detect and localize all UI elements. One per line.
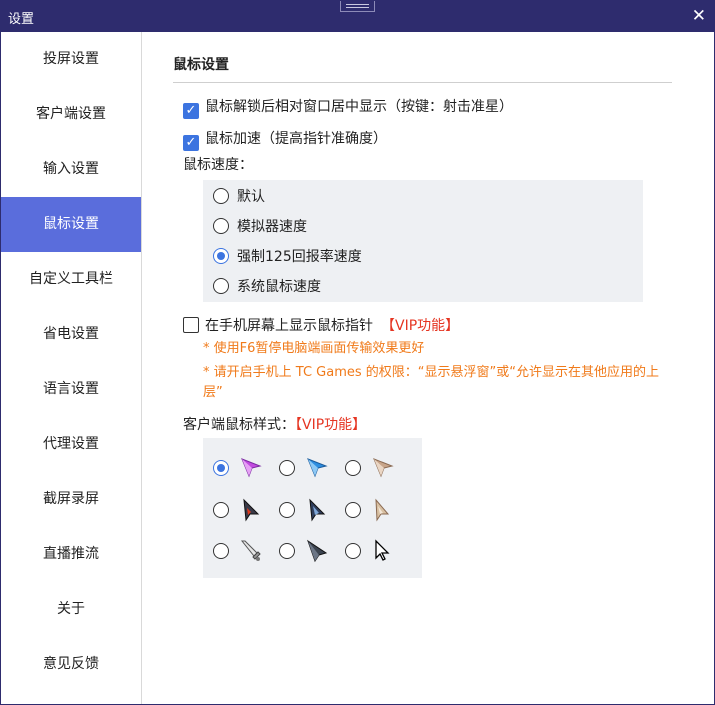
cursor-style-option[interactable] (279, 539, 339, 563)
speed-radio-125hz[interactable] (213, 248, 229, 264)
note-f6: * 使用F6暂停电脑端画面传输效果更好 (203, 341, 425, 356)
sidebar-item-mouse[interactable]: 鼠标设置 (1, 197, 141, 252)
sidebar-item-toolbar[interactable]: 自定义工具栏 (1, 252, 141, 307)
speed-option-label: 强制125回报率速度 (237, 249, 362, 265)
cursor-style-option[interactable] (279, 456, 339, 480)
center-on-unlock-checkbox[interactable] (183, 103, 199, 119)
sidebar-item-feedback[interactable]: 意见反馈 (1, 637, 141, 692)
center-on-unlock-option[interactable]: 鼠标解锁后相对窗口居中显示（按键：射击准星） (183, 96, 513, 119)
dark-red-pointer-icon (243, 498, 260, 522)
cursor-radio[interactable] (279, 502, 295, 518)
show-on-phone-label: 在手机屏幕上显示鼠标指针 (205, 318, 373, 334)
note-permission: * 请开启手机上 TC Games 的权限：“显示悬浮窗”或“允许显示在其他应用… (203, 365, 659, 400)
mouse-settings-panel: 鼠标设置 鼠标解锁后相对窗口居中显示（按键：射击准星） 鼠标加速（提高指针准确度… (142, 32, 714, 704)
cursor-radio[interactable] (279, 460, 295, 476)
window-title: 设置 (8, 12, 35, 27)
sidebar-item-power[interactable]: 省电设置 (1, 307, 141, 362)
acceleration-label: 鼠标加速（提高指针准确度） (205, 131, 387, 147)
center-on-unlock-label: 鼠标解锁后相对窗口居中显示（按键：射击准星） (205, 99, 513, 115)
acceleration-option[interactable]: 鼠标加速（提高指针准确度） (183, 128, 387, 151)
sidebar-item-cast[interactable]: 投屏设置 (1, 32, 141, 87)
cursor-radio[interactable] (345, 502, 361, 518)
cursor-radio[interactable] (213, 502, 229, 518)
vip-badge: 【VIP功能】 (381, 318, 460, 334)
cursor-radio[interactable] (345, 460, 361, 476)
cursor-style-option[interactable] (213, 539, 273, 563)
drag-handle-icon[interactable] (340, 1, 375, 12)
speed-options-panel: 默认 模拟器速度 强制125回报率速度 系统鼠标速度 (203, 180, 643, 302)
cursor-style-option[interactable] (279, 498, 339, 522)
show-on-phone-option[interactable]: 在手机屏幕上显示鼠标指针 【VIP功能】 (183, 315, 459, 335)
cursor-radio[interactable] (213, 460, 229, 476)
cursor-style-option[interactable] (345, 456, 405, 480)
settings-window: 设置 ✕ 投屏设置 客户端设置 输入设置 鼠标设置 自定义工具栏 省电设置 语言… (0, 0, 715, 705)
sidebar: 投屏设置 客户端设置 输入设置 鼠标设置 自定义工具栏 省电设置 语言设置 代理… (1, 32, 142, 704)
speed-option-label: 系统鼠标速度 (237, 279, 321, 295)
speed-option-default[interactable]: 默认 (213, 186, 265, 206)
purple-arrow-icon (241, 458, 262, 478)
sidebar-item-stream[interactable]: 直播推流 (1, 527, 141, 582)
close-button[interactable]: ✕ (692, 6, 706, 26)
acceleration-checkbox[interactable] (183, 135, 199, 151)
speed-option-label: 默认 (237, 189, 265, 205)
speed-label: 鼠标速度： (183, 157, 253, 173)
speed-option-emulator[interactable]: 模拟器速度 (213, 216, 307, 236)
cursor-style-option[interactable] (345, 539, 405, 563)
speed-radio-system[interactable] (213, 278, 229, 294)
speed-radio-emulator[interactable] (213, 218, 229, 234)
standard-arrow-icon (375, 539, 390, 561)
cursor-style-option[interactable] (345, 498, 405, 522)
sidebar-item-capture[interactable]: 截屏录屏 (1, 472, 141, 527)
section-title: 鼠标设置 (173, 57, 229, 73)
beige-arrow-icon (373, 458, 394, 478)
cursor-style-option[interactable] (213, 456, 273, 480)
cursor-style-heading: 客户端鼠标样式：【VIP功能】 (183, 414, 366, 434)
sidebar-item-client[interactable]: 客户端设置 (1, 87, 141, 142)
cursor-radio[interactable] (279, 543, 295, 559)
section-divider (173, 82, 672, 83)
dark-blue-pointer-icon (309, 498, 326, 522)
cursor-radio[interactable] (213, 543, 229, 559)
sidebar-item-about[interactable]: 关于 (1, 582, 141, 637)
sidebar-item-input[interactable]: 输入设置 (1, 142, 141, 197)
speed-radio-default[interactable] (213, 188, 229, 204)
show-on-phone-checkbox[interactable] (183, 317, 199, 333)
tan-pointer-icon (375, 498, 390, 522)
vip-badge: 【VIP功能】 (295, 417, 367, 433)
speed-option-125hz[interactable]: 强制125回报率速度 (213, 246, 362, 266)
blue-arrow-icon (307, 458, 328, 478)
speed-option-label: 模拟器速度 (237, 219, 307, 235)
sword-icon (240, 540, 261, 561)
speed-option-system[interactable]: 系统鼠标速度 (213, 276, 321, 296)
cursor-radio[interactable] (345, 543, 361, 559)
cursor-style-panel (203, 438, 422, 578)
sidebar-item-proxy[interactable]: 代理设置 (1, 417, 141, 472)
title-bar[interactable]: 设置 ✕ (1, 1, 714, 32)
sidebar-item-language[interactable]: 语言设置 (1, 362, 141, 417)
dark-blade-icon (307, 539, 328, 563)
cursor-style-label: 客户端鼠标样式： (183, 417, 295, 433)
cursor-style-option[interactable] (213, 498, 273, 522)
